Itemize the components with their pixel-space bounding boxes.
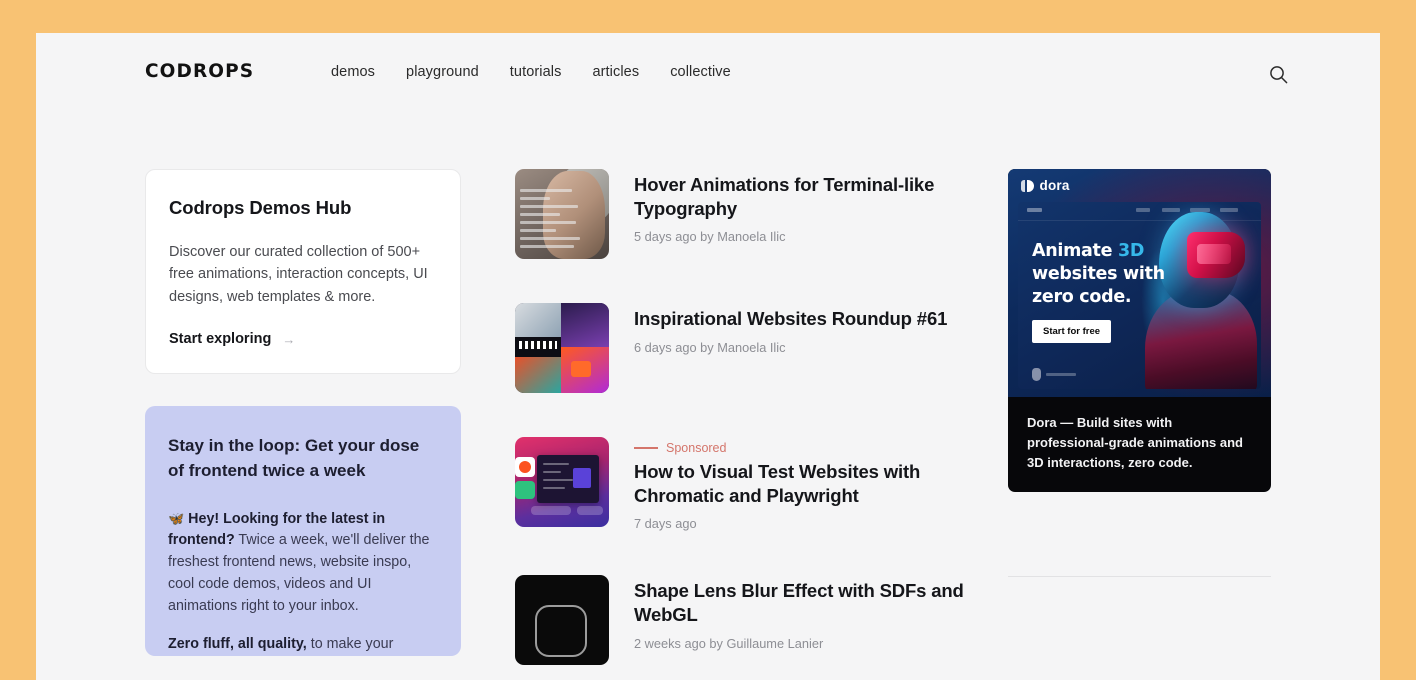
article-meta: 2 weeks ago by Guillaume Lanier xyxy=(634,635,824,651)
article-meta: 5 days ago by Manoela Ilic xyxy=(634,229,786,245)
ad-headline-line1-a: Animate xyxy=(1032,241,1118,261)
article-text: Shape Lens Blur Effect with SDFs and Web… xyxy=(634,575,990,665)
newsletter-card: Stay in the loop: Get your dose of front… xyxy=(145,406,461,657)
search-button[interactable] xyxy=(1265,61,1291,87)
newsletter-paragraph-1: 🦋 Hey! Looking for the latest in fronten… xyxy=(168,509,438,618)
newsletter-body: 🦋 Hey! Looking for the latest in fronten… xyxy=(168,509,438,657)
newsletter-title: Stay in the loop: Get your dose of front… xyxy=(168,436,420,481)
article-title: Shape Lens Blur Effect with SDFs and Web… xyxy=(634,580,964,626)
sidebar-divider xyxy=(1008,576,1271,578)
ad-headline: Animate 3D websites with zero code. xyxy=(1032,240,1165,309)
sponsored-dash-icon xyxy=(634,447,658,449)
ad-headline-line1: Animate 3D xyxy=(1032,240,1165,263)
nav-item-tutorials[interactable]: tutorials xyxy=(510,64,562,80)
sponsored-label: Sponsored xyxy=(666,441,727,455)
nav-item-collective[interactable]: collective xyxy=(670,64,731,80)
ad-headline-line3: zero code. xyxy=(1032,287,1132,308)
article-thumbnail xyxy=(515,169,609,259)
article-item[interactable]: Shape Lens Blur Effect with SDFs and Web… xyxy=(515,575,990,666)
search-icon xyxy=(1269,65,1287,83)
right-sidebar: dora Animate 3D websites with zero code.… xyxy=(1008,169,1271,578)
article-text: Hover Animations for Terminal-like Typog… xyxy=(634,169,990,259)
nav-item-articles[interactable]: articles xyxy=(592,64,639,80)
thumbnail-panel xyxy=(537,455,599,503)
article-thumbnail xyxy=(515,303,609,393)
site-header: CODROPS demos playground tutorials artic… xyxy=(36,33,1380,123)
article-item-sponsored[interactable]: Sponsored How to Visual Test Websites wi… xyxy=(515,437,990,531)
ad-caption: Dora — Build sites with professional-gra… xyxy=(1027,415,1243,470)
article-title: How to Visual Test Websites with Chromat… xyxy=(634,461,921,506)
left-sidebar: Codrops Demos Hub Discover our curated c… xyxy=(145,169,461,657)
thumbnail-badge xyxy=(515,457,535,477)
article-item[interactable]: Hover Animations for Terminal-like Typog… xyxy=(515,169,990,259)
thumbnail-rounded-square xyxy=(535,605,587,658)
ad-start-for-free-button[interactable]: Start for free xyxy=(1032,320,1112,343)
newsletter-p2-bold: Zero fluff, all quality, xyxy=(168,636,307,653)
nav-item-playground[interactable]: playground xyxy=(406,64,479,80)
ad-visual: dora Animate 3D websites with zero code.… xyxy=(1008,169,1271,397)
main-navigation: demos playground tutorials articles coll… xyxy=(331,64,731,80)
start-exploring-label: Start exploring xyxy=(169,331,272,348)
article-text: Inspirational Websites Roundup #61 6 day… xyxy=(634,303,947,393)
article-thumbnail xyxy=(515,437,609,527)
site-logo[interactable]: CODROPS xyxy=(145,61,254,82)
dora-logo-icon xyxy=(1021,179,1034,192)
thumbnail-badge-secondary xyxy=(515,481,535,499)
butterfly-icon: 🦋 xyxy=(168,510,185,526)
hub-card-description: Discover our curated collection of 500+ … xyxy=(169,244,428,305)
article-text: Sponsored How to Visual Test Websites wi… xyxy=(634,437,990,531)
article-title: Inspirational Websites Roundup #61 xyxy=(634,308,948,329)
arrow-right-icon: → xyxy=(282,331,296,347)
dora-logo-text: dora xyxy=(1039,178,1070,193)
ad-headline-3d-accent: 3D xyxy=(1117,241,1145,261)
newsletter-paragraph-2: Zero fluff, all quality, to make your Mo… xyxy=(168,634,438,656)
dora-ad-card[interactable]: dora Animate 3D websites with zero code.… xyxy=(1008,169,1271,493)
hub-card-title: Codrops Demos Hub xyxy=(169,197,352,218)
article-meta: 7 days ago xyxy=(634,516,697,532)
page-frame: CODROPS demos playground tutorials artic… xyxy=(36,33,1380,680)
demos-hub-card: Codrops Demos Hub Discover our curated c… xyxy=(145,169,461,375)
thumbnail-code-overlay xyxy=(520,189,580,253)
start-exploring-link[interactable]: Start exploring → xyxy=(169,331,437,347)
ad-headline-line2: websites with xyxy=(1032,264,1165,285)
article-meta: 6 days ago by Manoela Ilic xyxy=(634,339,786,355)
article-thumbnail xyxy=(515,575,609,666)
article-item[interactable]: Inspirational Websites Roundup #61 6 day… xyxy=(515,303,990,393)
ad-inner-screenshot: Animate 3D websites with zero code. Star… xyxy=(1018,202,1261,389)
article-list: Hover Animations for Terminal-like Typog… xyxy=(515,169,990,680)
ad-footer-mark xyxy=(1032,368,1076,381)
sponsored-marker: Sponsored xyxy=(634,441,990,455)
dora-logo: dora xyxy=(1021,178,1070,193)
article-title: Hover Animations for Terminal-like Typog… xyxy=(634,174,935,219)
nav-item-demos[interactable]: demos xyxy=(331,64,375,80)
